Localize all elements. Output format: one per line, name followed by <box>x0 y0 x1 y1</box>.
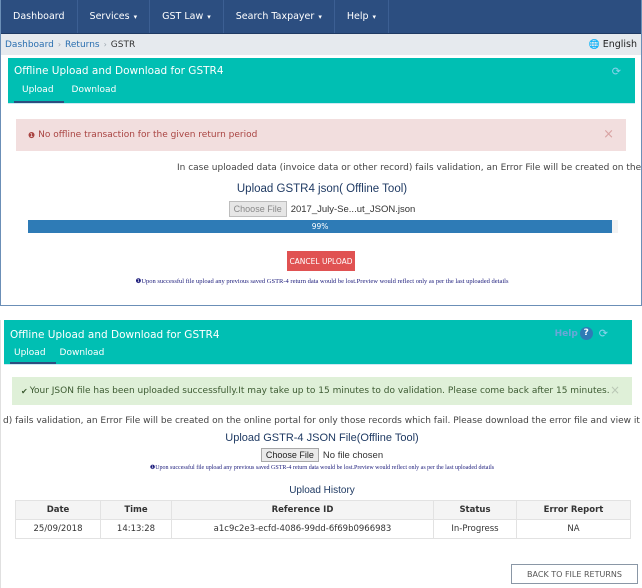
success-alert-text: Your JSON file has been uploaded success… <box>29 386 610 396</box>
file-input-row: Choose File 2017_July-Se...ut_JSON.json <box>1 201 642 217</box>
progress-fill: 99% <box>28 220 613 233</box>
help-label: Help <box>554 328 578 339</box>
upload-warning-note: ❶Upon successful file upload any previou… <box>149 465 495 471</box>
globe-icon: 🌐 <box>588 39 600 50</box>
col-reference-id: Reference ID <box>171 500 434 520</box>
nav-help-label: Help <box>346 11 369 22</box>
cell-time: 14:13:28 <box>100 519 172 539</box>
cell-date: 25/09/2018 <box>15 519 101 539</box>
top-navbar: Dashboard Services ▾ GST Law ▾ Search Taxp… <box>1 0 641 34</box>
language-label: English <box>602 39 637 50</box>
error-alert: ❶ No offline transaction for the given r… <box>16 119 626 151</box>
panel-title: Offline Upload and Download for GSTR4 <box>14 65 224 77</box>
col-status: Status <box>433 500 517 520</box>
panel-title: Offline Upload and Download for GSTR4 <box>10 329 220 341</box>
table-row: 25/09/2018 14:13:28 a1c9c2e3-ecfd-4086-9… <box>15 519 631 539</box>
breadcrumb-returns[interactable]: Returns <box>65 40 100 50</box>
nav-dashboard[interactable]: Dashboard <box>1 0 78 33</box>
tab-download[interactable]: Download <box>56 348 115 364</box>
panel-header: Offline Upload and Download for GSTR4 He… <box>4 320 632 364</box>
breadcrumb: Dashboard › Returns › GSTR <box>5 40 135 50</box>
help-button[interactable]: Help ? ⟳ <box>555 327 608 340</box>
upload-history-table: Date Time Reference ID Status Error Repo… <box>15 500 631 539</box>
tab-upload[interactable]: Upload <box>10 348 56 364</box>
selected-file-name: 2017_July-Se...ut_JSON.json <box>290 203 416 215</box>
tab-divider <box>4 364 632 365</box>
validation-info-text: In case uploaded data (invoice data or o… <box>177 163 642 173</box>
error-info-icon: ❶ <box>28 130 36 140</box>
tab-bar: Upload Download <box>10 348 114 364</box>
cell-status: In-Progress <box>433 519 517 539</box>
upload-title: Upload GSTR-4 JSON File(Offline Tool) <box>225 432 419 444</box>
nav-dashboard-label: Dashboard <box>13 11 65 22</box>
offline-upload-panel-in-progress: Dashboard Services ▾ GST Law ▾ Search Taxp… <box>0 0 642 306</box>
nav-search-taxpayer-label: Search Taxpayer <box>235 11 315 22</box>
cell-error-report: NA <box>516 519 631 539</box>
tab-bar: Upload Download <box>14 85 126 103</box>
close-icon[interactable]: × <box>603 127 614 142</box>
caret-down-icon: ▾ <box>207 12 211 21</box>
nav-services-label: Services <box>89 11 130 22</box>
choose-file-button[interactable]: Choose File <box>228 201 287 217</box>
check-circle-icon: ✔ <box>21 386 28 396</box>
nav-services[interactable]: Services ▾ <box>78 0 151 33</box>
cancel-upload-button[interactable]: CANCEL UPLOAD <box>287 251 355 271</box>
upload-history-title: Upload History <box>289 485 355 496</box>
back-to-file-returns-button[interactable]: BACK TO FILE RETURNS <box>511 564 638 584</box>
caret-down-icon: ▾ <box>318 12 322 21</box>
breadcrumb-separator: › <box>57 40 62 49</box>
refresh-icon[interactable]: ⟳ <box>612 65 621 78</box>
upload-title: Upload GSTR4 json( Offline Tool) <box>236 183 408 195</box>
tab-divider <box>8 103 635 104</box>
nav-search-taxpayer[interactable]: Search Taxpayer ▾ <box>224 0 335 33</box>
nav-gst-law[interactable]: GST Law ▾ <box>150 0 224 33</box>
choose-file-button[interactable]: Choose File <box>260 448 319 462</box>
cell-reference-id: a1c9c2e3-ecfd-4086-99dd-6f69b0966983 <box>171 519 434 539</box>
language-selector[interactable]: 🌐 English <box>588 39 637 50</box>
selected-file-name: No file chosen <box>322 449 384 461</box>
caret-down-icon: ▾ <box>133 12 138 21</box>
file-input-row: Choose File No file chosen <box>1 448 642 462</box>
close-icon[interactable]: × <box>610 383 620 397</box>
col-date: Date <box>15 500 101 520</box>
breadcrumb-dashboard[interactable]: Dashboard <box>5 40 54 50</box>
breadcrumb-gstr: GSTR <box>110 39 136 50</box>
nav-gst-law-label: GST Law <box>162 11 204 22</box>
offline-upload-panel-success: Offline Upload and Download for GSTR4 He… <box>0 320 642 588</box>
success-alert: ✔ Your JSON file has been uploaded succe… <box>12 377 632 405</box>
tab-upload[interactable]: Upload <box>14 85 64 103</box>
panel-header: Offline Upload and Download for GSTR4 ⟳ … <box>8 58 635 103</box>
caret-down-icon: ▾ <box>372 12 377 21</box>
table-header-row: Date Time Reference ID Status Error Repo… <box>15 500 631 520</box>
tab-download[interactable]: Download <box>64 85 127 103</box>
upload-progress-bar: 99% <box>28 220 618 233</box>
nav-help[interactable]: Help ▾ <box>335 0 390 33</box>
question-circle-icon: ? <box>579 327 593 340</box>
breadcrumb-bar: Dashboard › Returns › GSTR 🌐 English <box>1 34 641 55</box>
col-time: Time <box>100 500 172 520</box>
breadcrumb-separator: › <box>103 40 107 49</box>
validation-info-text: d) fails validation, an Error File will … <box>3 416 642 426</box>
upload-warning-note: ❶Upon successful file upload any previou… <box>135 278 509 285</box>
refresh-icon[interactable]: ⟳ <box>599 327 608 340</box>
error-alert-text: No offline transaction for the given ret… <box>38 130 258 140</box>
col-error-report: Error Report <box>516 500 631 520</box>
